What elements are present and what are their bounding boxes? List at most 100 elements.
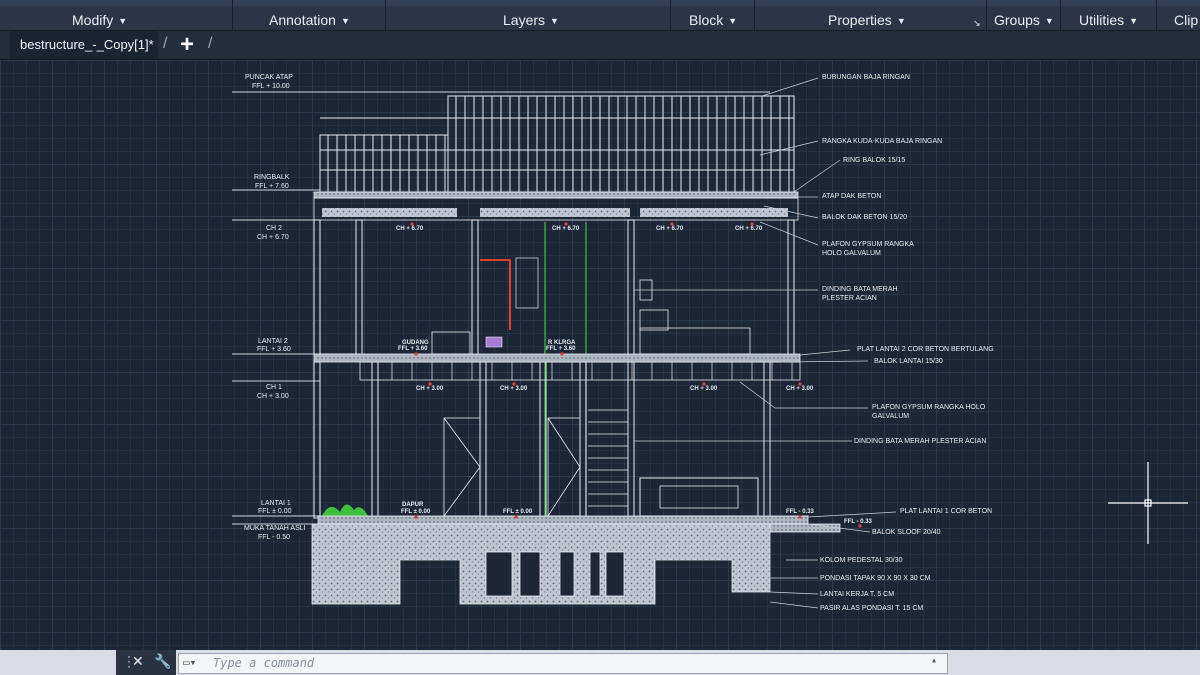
annotation: BUBUNGAN BAJA RINGAN [822, 74, 910, 81]
panel-annotation[interactable]: Annotation ▼ [269, 11, 350, 29]
annotation: PASIR ALAS PONDASI T. 15 CM [820, 605, 923, 612]
floor2-slab [313, 353, 801, 363]
level-name: LANTAI 2 [258, 338, 288, 345]
room-level: FFL ± 0.00 [503, 509, 533, 515]
annotation-texts: BUBUNGAN BAJA RINGAN RANGKA KUDA-KUDA BA… [820, 74, 994, 612]
ribbon-top-strip [0, 0, 1200, 6]
ceiling-tag: CH + 6.70 [656, 226, 684, 232]
window-grid [515, 257, 539, 309]
level-value: FFL - 0.50 [258, 534, 290, 541]
document-tab-bar: bestructure_-_Copy[1]* / / + [0, 31, 1200, 60]
stair [588, 409, 628, 507]
drawing-canvas[interactable]: PUNCAK ATAP FFL + 10.00 RINGBALK FFL + 7… [0, 60, 1200, 650]
annotation: PLAT LANTAI 2 COR BETON BERTULANG [857, 346, 994, 353]
level-value: FFL + 3.60 [257, 346, 291, 353]
panel-layers[interactable]: Layers ▼ [503, 11, 559, 29]
ceiling-tag: CH + 3.00 [416, 386, 444, 392]
panel-clipboard[interactable]: Clip [1174, 11, 1198, 29]
level-value: FFL + 7.60 [255, 183, 289, 190]
panel-divider [1156, 0, 1157, 30]
room-tags: GUDANG FFL + 3.60 R KLRGA FFL + 3.60 DAP… [398, 340, 873, 525]
room-level: FFL + 3.60 [546, 346, 576, 352]
terrace-slab [769, 523, 841, 533]
chevron-down-icon: ▼ [1129, 16, 1139, 26]
annotation: PLAFON GYPSUM RANGKA [822, 241, 914, 248]
command-input[interactable]: ▭▾ Type a command ▴ [178, 653, 948, 674]
annotation: ATAP DAK BETON [822, 193, 881, 200]
panel-utilities[interactable]: Utilities ▼ [1079, 11, 1138, 29]
panel-divider [670, 0, 671, 30]
room-level: FFL - 0.33 [844, 519, 873, 525]
annotation: GALVALUM [872, 413, 909, 420]
roof-slab [313, 191, 799, 199]
ceiling-tag: CH + 6.70 [735, 226, 763, 232]
annotation: LANTAI KERJA T. 5 CM [820, 591, 894, 598]
roof-truss [319, 95, 795, 193]
balustrade [639, 477, 759, 517]
tab-active-document[interactable]: bestructure_-_Copy[1]* [10, 31, 158, 59]
chevron-down-icon: ▼ [340, 16, 350, 26]
command-line-bar: ⋮ ✕ 🔧 ▭▾ Type a command ▴ [0, 650, 1200, 675]
room-name: DAPUR [402, 502, 424, 508]
level-value: FFL + 10.00 [252, 83, 290, 90]
tab-divider: / [208, 35, 213, 52]
stair-rail [480, 259, 511, 330]
annotation: HOLO GALVALUM [822, 250, 881, 257]
panel-block[interactable]: Block ▼ [689, 11, 737, 29]
chevron-down-icon: ▼ [728, 16, 738, 26]
room-level: FFL - 0.33 [786, 509, 815, 515]
level-name: CH 2 [266, 225, 282, 232]
level-value: CH + 3.00 [257, 393, 289, 400]
room-level: FFL ± 0.00 [401, 509, 431, 515]
command-history-icon[interactable]: ▭▾ [183, 656, 196, 669]
annotation: PLESTER ACIAN [822, 295, 877, 302]
panel-divider [986, 0, 987, 30]
annotation: RING BALOK 15/15 [843, 157, 905, 164]
plant [322, 504, 368, 516]
roof-beam-fill [322, 208, 788, 217]
panel-divider [385, 0, 386, 30]
tab-divider: / [163, 35, 168, 52]
level-name: LANTAI 1 [261, 500, 291, 507]
level-value: FFL ± 0.00 [258, 508, 292, 515]
ceiling-tag: CH + 3.00 [690, 386, 718, 392]
chevron-up-icon[interactable]: ▴ [931, 655, 937, 666]
annotation: RANGKA KUDA-KUDA BAJA RINGAN [822, 138, 942, 145]
ribbon: Modify ▼ Annotation ▼ Layers ▼ Block ▼ Prope… [0, 0, 1200, 31]
bed [639, 327, 751, 355]
ceiling-tags: CH + 6.70 CH + 6.70 CH + 6.70 CH + 6.70 … [396, 226, 814, 392]
annotation: PLAT LANTAI 1 COR BETON [900, 508, 992, 515]
properties-launcher-icon[interactable]: ↘ [973, 14, 981, 32]
new-tab-button[interactable]: + [180, 31, 194, 59]
room-level: FFL + 3.60 [398, 346, 428, 352]
level-name: RINGBALK [254, 174, 290, 181]
shelf [431, 331, 471, 355]
ceiling-tag: CH + 3.00 [500, 386, 528, 392]
panel-divider [754, 0, 755, 30]
floor1-slab [317, 515, 809, 525]
level-name: CH 1 [266, 384, 282, 391]
annotation: DINDING BATA MERAH PLESTER ACIAN [854, 438, 986, 445]
balustrade-panel [659, 485, 739, 509]
annotation: BALOK LANTAI 15/30 [874, 358, 943, 365]
level-labels: PUNCAK ATAP FFL + 10.00 RINGBALK FFL + 7… [244, 74, 306, 541]
upper-columns [313, 219, 795, 357]
panel-divider [232, 0, 233, 30]
annotation: DINDING BATA MERAH [822, 286, 898, 293]
section-drawing: PUNCAK ATAP FFL + 10.00 RINGBALK FFL + 7… [232, 74, 1188, 612]
ceiling-tag: CH + 6.70 [552, 226, 580, 232]
panel-groups[interactable]: Groups ▼ [994, 11, 1054, 29]
close-icon[interactable]: ✕ [132, 653, 144, 670]
chevron-down-icon: ▼ [118, 16, 128, 26]
annotation: BALOK DAK BETON 15/20 [822, 214, 907, 221]
command-placeholder: Type a command [213, 656, 315, 670]
wrench-icon[interactable]: 🔧 [154, 653, 171, 670]
panel-modify[interactable]: Modify ▼ [72, 11, 127, 29]
level-name: PUNCAK ATAP [245, 74, 293, 81]
annotation: PLAFON GYPSUM RANGKA HOLO [872, 404, 986, 411]
bed-head [639, 309, 669, 331]
foundation [311, 523, 771, 605]
ceiling-tag: CH + 6.70 [396, 226, 424, 232]
panel-properties[interactable]: Properties ▼ [828, 11, 906, 29]
crosshair-cursor [1108, 462, 1188, 544]
